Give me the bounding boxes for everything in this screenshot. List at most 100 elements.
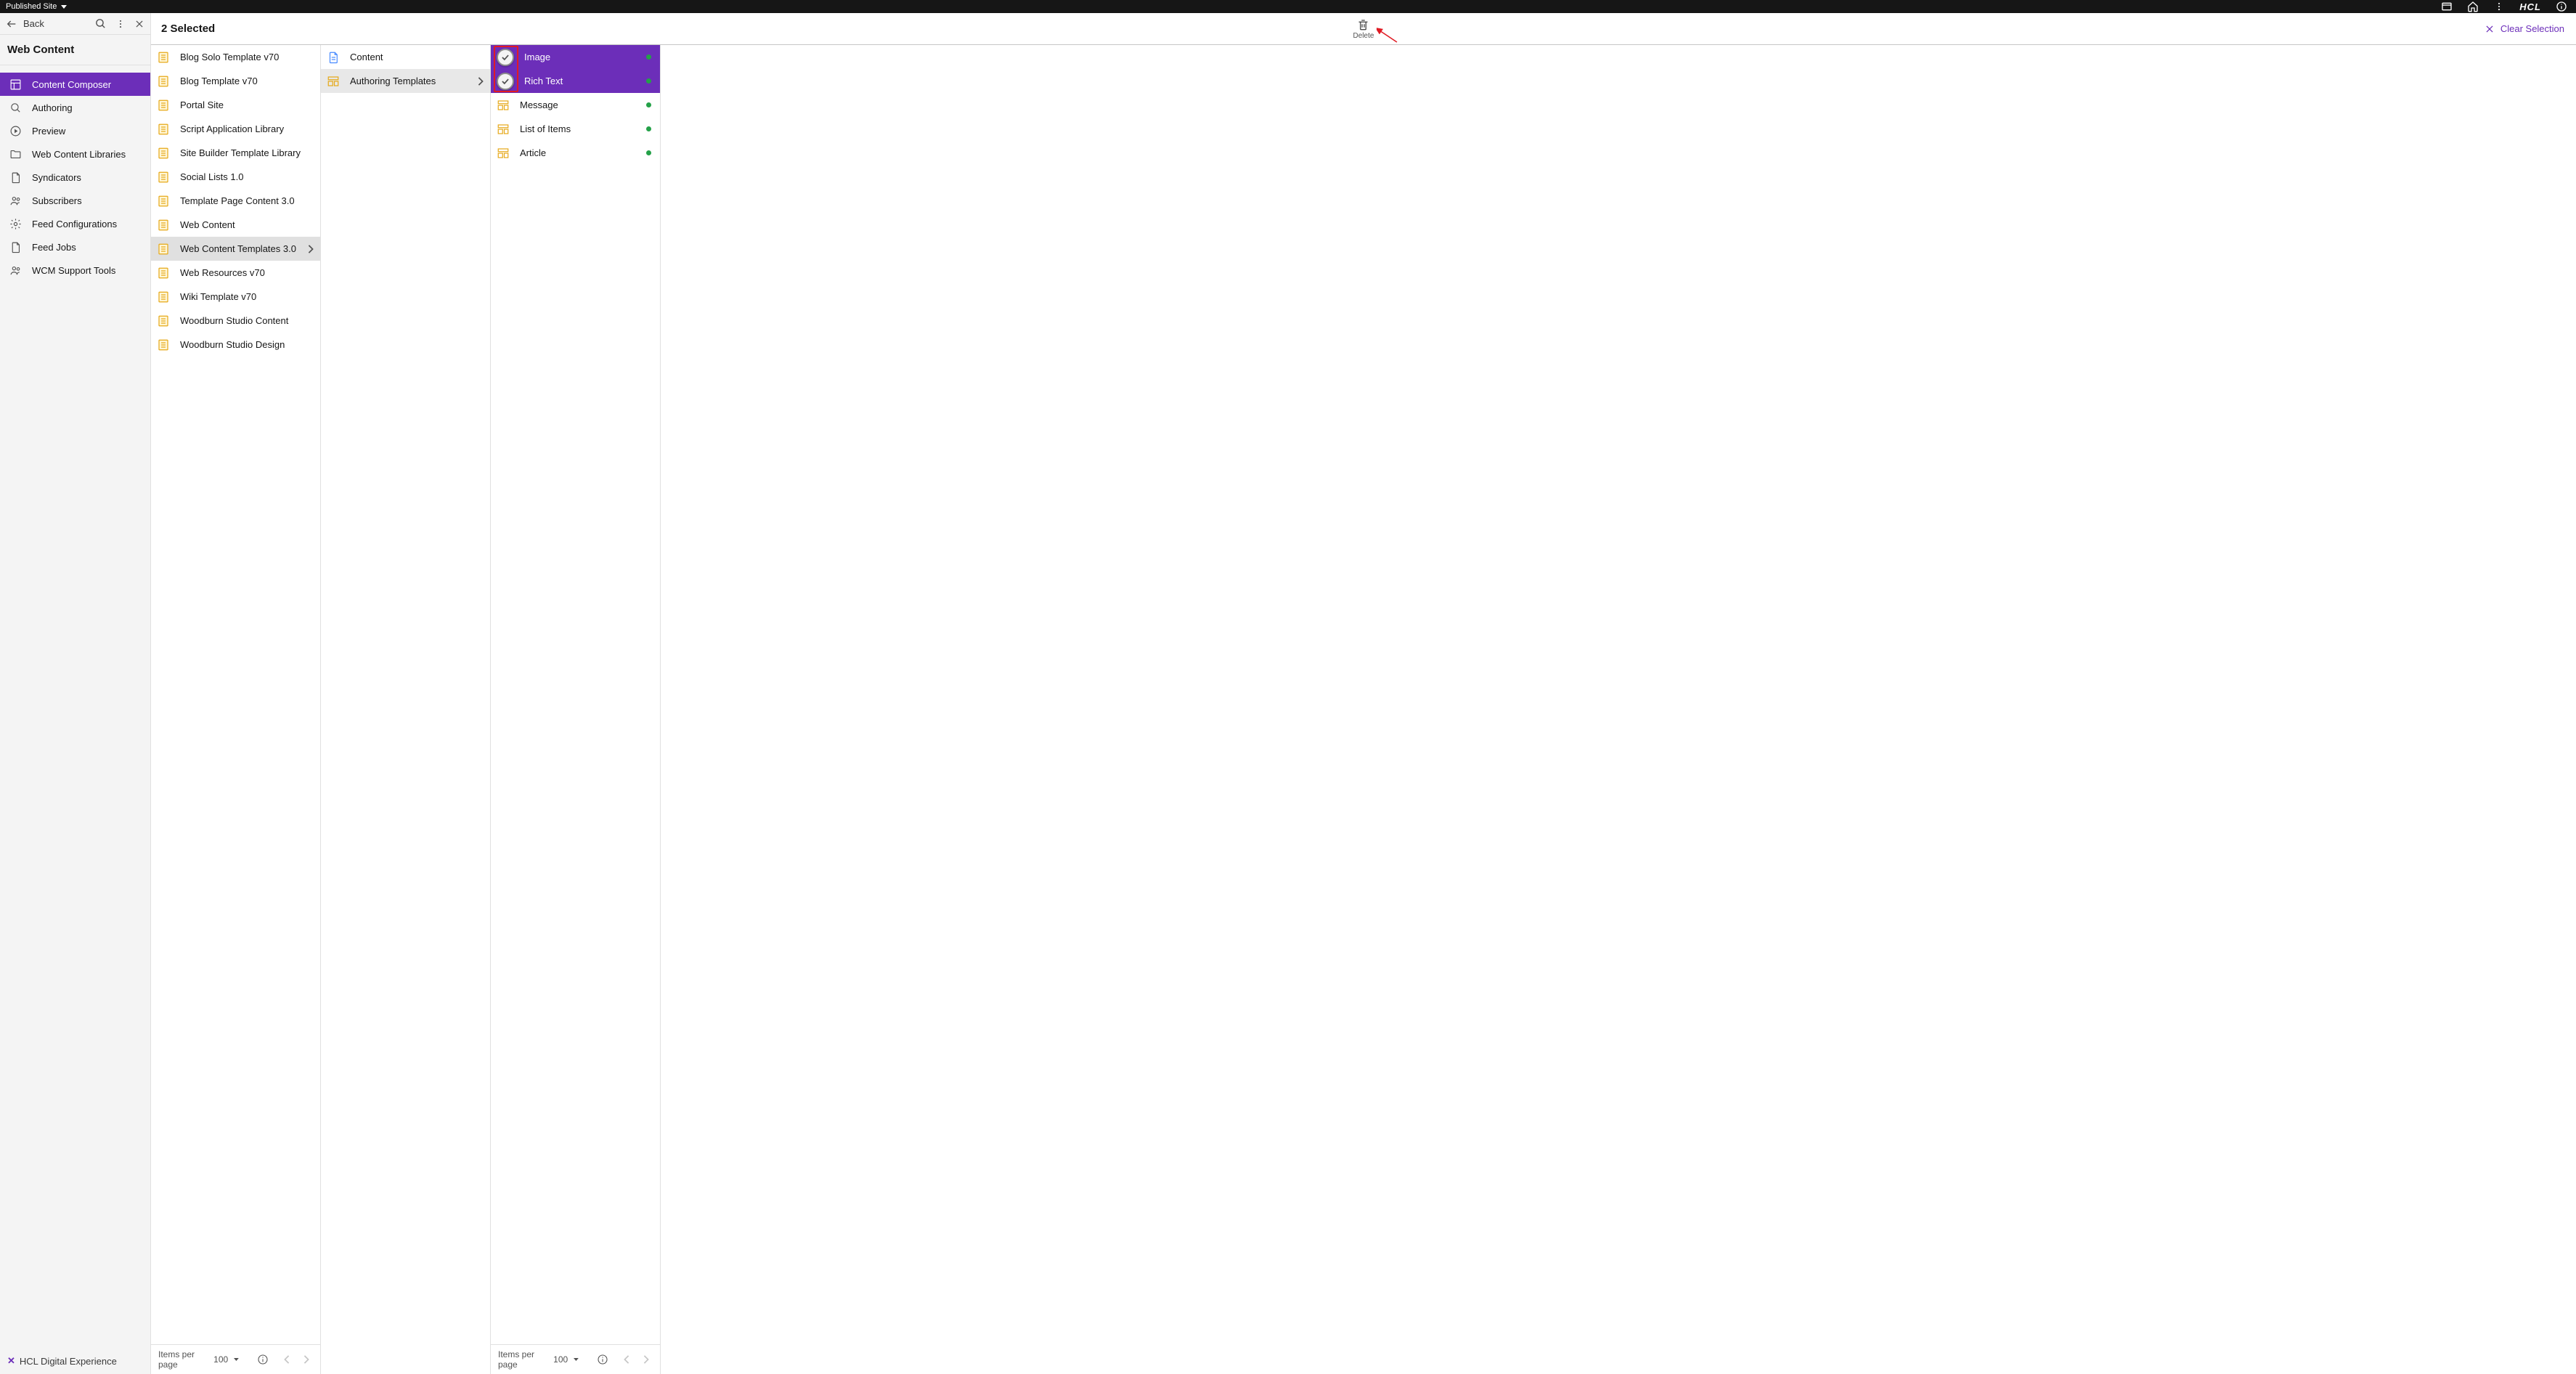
library-item[interactable]: Social Lists 1.0: [151, 165, 320, 189]
search-icon[interactable]: [94, 17, 107, 30]
close-icon: [2485, 24, 2495, 34]
chevron-right-icon: [307, 245, 314, 253]
library-label: Blog Template v70: [180, 76, 258, 86]
library-item[interactable]: Script Application Library: [151, 117, 320, 141]
library-label: Wiki Template v70: [180, 291, 256, 302]
library-item[interactable]: Blog Solo Template v70: [151, 45, 320, 69]
doc-icon: [327, 51, 340, 64]
sidebar-item-label: Web Content Libraries: [32, 149, 126, 160]
arrow-left-icon: [6, 18, 17, 30]
library-item[interactable]: Web Resources v70: [151, 261, 320, 285]
doc-icon: [9, 171, 22, 184]
pager-col3: Items per page 100: [491, 1344, 660, 1374]
caret-down-icon[interactable]: [574, 1357, 579, 1362]
doc-icon: [9, 240, 22, 253]
column-folders: Content Authoring Templates: [321, 45, 491, 1374]
close-icon[interactable]: [134, 19, 144, 29]
template-item[interactable]: Image: [491, 45, 660, 69]
footer-brand: HCL Digital Experience: [20, 1356, 117, 1367]
folder-label: Content: [350, 52, 383, 62]
sidebar-item[interactable]: Web Content Libraries: [0, 142, 150, 166]
library-item[interactable]: Woodburn Studio Design: [151, 333, 320, 357]
folder-item[interactable]: Authoring Templates: [321, 69, 490, 93]
info-icon[interactable]: [257, 1354, 269, 1365]
app-topbar: Published Site HCL: [0, 0, 2576, 13]
library-item[interactable]: Site Builder Template Library: [151, 141, 320, 165]
library-item[interactable]: Portal Site: [151, 93, 320, 117]
checked-icon: [497, 73, 514, 90]
sidebar-item[interactable]: Content Composer: [0, 73, 150, 96]
sidebar-item[interactable]: Syndicators: [0, 166, 150, 189]
folder-label: Authoring Templates: [350, 76, 436, 86]
library-item[interactable]: Woodburn Studio Content: [151, 309, 320, 333]
action-header: 2 Selected Delete Clear Selection: [151, 13, 2576, 45]
library-icon: [157, 290, 170, 304]
library-icon: [157, 171, 170, 184]
sidebar-item-label: WCM Support Tools: [32, 265, 115, 276]
info-icon[interactable]: [2556, 1, 2567, 12]
site-switcher[interactable]: Published Site: [6, 2, 67, 11]
template-label: Article: [520, 147, 546, 158]
prev-page-button[interactable]: [280, 1351, 294, 1367]
sidebar-item[interactable]: Feed Jobs: [0, 235, 150, 259]
trash-icon: [1357, 18, 1370, 31]
next-page-button[interactable]: [299, 1351, 313, 1367]
library-label: Script Application Library: [180, 123, 284, 134]
library-icon: [157, 99, 170, 112]
caret-down-icon[interactable]: [234, 1357, 239, 1362]
next-page-button[interactable]: [639, 1351, 653, 1367]
card-icon[interactable]: [2441, 1, 2453, 12]
delete-button[interactable]: Delete: [1353, 18, 1374, 40]
sidebar-item-label: Content Composer: [32, 79, 111, 90]
library-item[interactable]: Web Content: [151, 213, 320, 237]
library-item[interactable]: Blog Template v70: [151, 69, 320, 93]
back-button[interactable]: Back: [6, 18, 44, 30]
sidebar-item[interactable]: WCM Support Tools: [0, 259, 150, 282]
library-label: Woodburn Studio Design: [180, 339, 285, 350]
library-item[interactable]: Web Content Templates 3.0: [151, 237, 320, 261]
status-dot: [646, 150, 651, 155]
library-label: Web Content: [180, 219, 235, 230]
library-item[interactable]: Template Page Content 3.0: [151, 189, 320, 213]
clear-selection-button[interactable]: Clear Selection: [2485, 23, 2576, 34]
sidebar-item-label: Syndicators: [32, 172, 81, 183]
checked-icon: [497, 49, 514, 66]
folder-item[interactable]: Content: [321, 45, 490, 69]
brand-logo: HCL: [2519, 1, 2541, 12]
template-icon: [497, 99, 510, 112]
template-item[interactable]: Article: [491, 141, 660, 165]
template-label: Image: [524, 52, 550, 62]
library-icon: [157, 243, 170, 256]
folder-icon: [9, 147, 22, 160]
library-icon: [157, 267, 170, 280]
sidebar-item[interactable]: Feed Configurations: [0, 212, 150, 235]
sidebar-title: Web Content: [0, 35, 150, 65]
info-icon[interactable]: [597, 1354, 608, 1365]
template-item[interactable]: Rich Text: [491, 69, 660, 93]
template-item[interactable]: List of Items: [491, 117, 660, 141]
pager-value[interactable]: 100: [553, 1354, 568, 1365]
annotation-arrow: [1377, 28, 1398, 45]
library-label: Template Page Content 3.0: [180, 195, 295, 206]
template-item[interactable]: Message: [491, 93, 660, 117]
pager-value[interactable]: 100: [213, 1354, 228, 1365]
chevron-right-icon: [477, 77, 484, 86]
more-icon[interactable]: [2493, 1, 2505, 12]
sidebar-item[interactable]: Authoring: [0, 96, 150, 119]
pager-col1: Items per page 100: [151, 1344, 320, 1374]
sidebar: Back Web Content Content Composer Authori…: [0, 13, 151, 1374]
sidebar-item[interactable]: Preview: [0, 119, 150, 142]
delete-label: Delete: [1353, 32, 1374, 40]
sidebar-footer: ✕ HCL Digital Experience: [0, 1348, 150, 1374]
template-label: List of Items: [520, 123, 571, 134]
more-icon[interactable]: [115, 19, 126, 29]
selection-count: 2 Selected: [151, 23, 215, 35]
library-label: Web Content Templates 3.0: [180, 243, 296, 254]
prev-page-button[interactable]: [620, 1351, 634, 1367]
back-label: Back: [23, 18, 44, 29]
sidebar-item-label: Feed Jobs: [32, 242, 76, 253]
library-item[interactable]: Wiki Template v70: [151, 285, 320, 309]
caret-down-icon: [61, 5, 67, 9]
sidebar-item[interactable]: Subscribers: [0, 189, 150, 212]
home-icon[interactable]: [2467, 1, 2479, 12]
